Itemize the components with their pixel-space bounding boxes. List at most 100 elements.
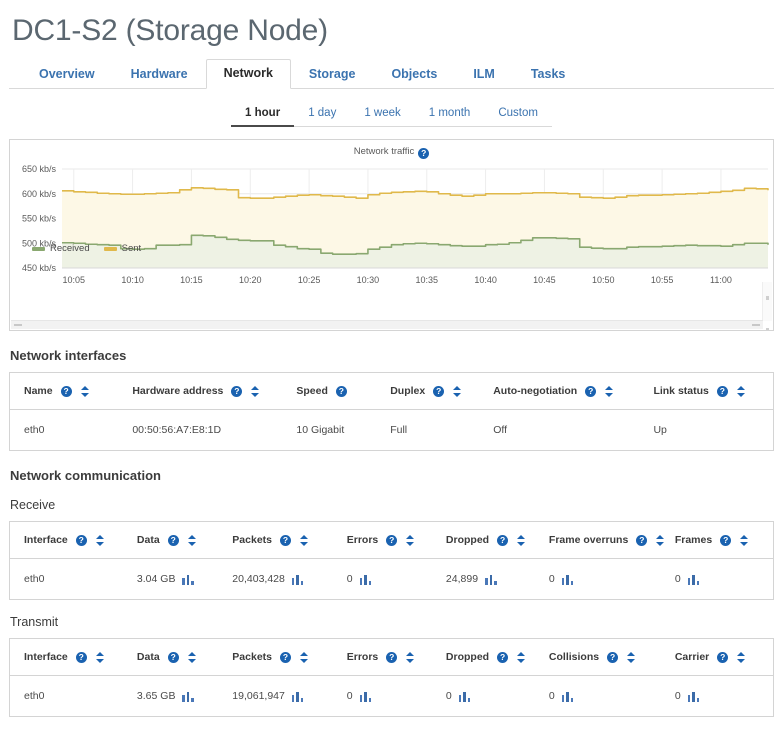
sort-icon[interactable] [188, 535, 197, 546]
column-header-interface[interactable]: Interface? [10, 639, 123, 676]
sort-icon[interactable] [406, 652, 415, 663]
column-header-data[interactable]: Data? [123, 639, 218, 676]
bar-chart-icon[interactable] [360, 574, 372, 585]
help-icon[interactable]: ? [497, 652, 508, 663]
sort-icon[interactable] [605, 386, 614, 397]
table-cell-errors: 0 [333, 676, 432, 717]
tab-network[interactable]: Network [206, 59, 291, 89]
column-header-inner: Name? [24, 385, 90, 397]
bar-chart-icon[interactable] [562, 574, 574, 585]
column-header-auto-negotiation[interactable]: Auto-negotiation? [479, 373, 639, 410]
help-icon[interactable]: ? [717, 386, 728, 397]
time-range-1-month[interactable]: 1 month [415, 104, 485, 127]
chart-horizontal-scrollbar[interactable] [11, 320, 763, 329]
help-icon[interactable]: ? [280, 535, 291, 546]
table-cell-link-status: Up [639, 410, 773, 451]
help-icon[interactable]: ? [418, 148, 429, 159]
sort-icon[interactable] [517, 535, 526, 546]
sort-icon[interactable] [300, 652, 309, 663]
tab-hardware[interactable]: Hardware [113, 60, 206, 89]
help-icon[interactable]: ? [386, 652, 397, 663]
sort-icon[interactable] [300, 535, 309, 546]
help-icon[interactable]: ? [61, 386, 72, 397]
sort-icon[interactable] [737, 386, 746, 397]
cell-value: 0 [347, 573, 353, 585]
column-header-hardware-address[interactable]: Hardware address? [118, 373, 282, 410]
bar-chart-icon[interactable] [292, 574, 304, 585]
help-icon[interactable]: ? [76, 535, 87, 546]
help-icon[interactable]: ? [386, 535, 397, 546]
column-header-packets[interactable]: Packets? [218, 639, 332, 676]
bar-chart-icon[interactable] [360, 691, 372, 702]
sort-icon[interactable] [81, 386, 90, 397]
sort-icon[interactable] [96, 652, 105, 663]
tab-objects[interactable]: Objects [373, 60, 455, 89]
help-icon[interactable]: ? [720, 535, 731, 546]
sort-icon[interactable] [251, 386, 260, 397]
sort-icon[interactable] [188, 652, 197, 663]
help-icon[interactable]: ? [636, 535, 647, 546]
help-icon[interactable]: ? [497, 535, 508, 546]
chart-legend: Received Sent [32, 243, 141, 254]
column-header-inner: Carrier? [675, 651, 746, 663]
column-header-link-status[interactable]: Link status? [639, 373, 773, 410]
bar-chart-icon[interactable] [688, 574, 700, 585]
sort-icon[interactable] [406, 535, 415, 546]
bar-chart-icon[interactable] [688, 691, 700, 702]
help-icon[interactable]: ? [231, 386, 242, 397]
tab-overview[interactable]: Overview [21, 60, 113, 89]
column-header-carrier[interactable]: Carrier? [661, 639, 773, 676]
sort-icon[interactable] [656, 535, 665, 546]
time-range-custom[interactable]: Custom [484, 104, 552, 127]
legend-label: Received [50, 243, 90, 254]
bar-chart-icon[interactable] [459, 691, 471, 702]
column-header-name[interactable]: Name? [10, 373, 118, 410]
column-header-data[interactable]: Data? [123, 522, 218, 559]
bar-chart-icon[interactable] [562, 691, 574, 702]
legend-swatch-icon [104, 247, 117, 251]
sort-icon[interactable] [627, 652, 636, 663]
sort-icon[interactable] [737, 652, 746, 663]
column-header-frame-overruns[interactable]: Frame overruns? [535, 522, 661, 559]
column-header-label: Packets [232, 651, 272, 663]
sort-icon[interactable] [740, 535, 749, 546]
sort-icon[interactable] [517, 652, 526, 663]
column-header-packets[interactable]: Packets? [218, 522, 332, 559]
help-icon[interactable]: ? [433, 386, 444, 397]
column-header-errors[interactable]: Errors? [333, 639, 432, 676]
tab-ilm[interactable]: ILM [455, 60, 513, 89]
column-header-speed[interactable]: Speed? [282, 373, 376, 410]
help-icon[interactable]: ? [168, 535, 179, 546]
sort-icon[interactable] [453, 386, 462, 397]
column-header-interface[interactable]: Interface? [10, 522, 123, 559]
legend-item-sent[interactable]: Sent [104, 243, 142, 254]
time-range-1-day[interactable]: 1 day [294, 104, 350, 127]
tab-storage[interactable]: Storage [291, 60, 374, 89]
time-range-1-week[interactable]: 1 week [350, 104, 414, 127]
column-header-dropped[interactable]: Dropped? [432, 639, 535, 676]
help-icon[interactable]: ? [607, 652, 618, 663]
column-header-inner: Link status? [653, 385, 745, 397]
bar-chart-icon[interactable] [485, 574, 497, 585]
help-icon[interactable]: ? [76, 652, 87, 663]
svg-text:10:50: 10:50 [592, 275, 615, 285]
column-header-errors[interactable]: Errors? [333, 522, 432, 559]
column-header-duplex[interactable]: Duplex? [376, 373, 479, 410]
column-header-dropped[interactable]: Dropped? [432, 522, 535, 559]
help-icon[interactable]: ? [168, 652, 179, 663]
receive-table-wrap: Interface?Data?Packets?Errors?Dropped?Fr… [9, 521, 774, 600]
bar-chart-icon[interactable] [292, 691, 304, 702]
legend-item-received[interactable]: Received [32, 243, 90, 254]
bar-chart-icon[interactable] [182, 691, 194, 702]
help-icon[interactable]: ? [717, 652, 728, 663]
tab-tasks[interactable]: Tasks [513, 60, 584, 89]
column-header-frames[interactable]: Frames? [661, 522, 773, 559]
help-icon[interactable]: ? [336, 386, 347, 397]
column-header-collisions[interactable]: Collisions? [535, 639, 661, 676]
help-icon[interactable]: ? [585, 386, 596, 397]
sort-icon[interactable] [96, 535, 105, 546]
help-icon[interactable]: ? [280, 652, 291, 663]
time-range-1-hour[interactable]: 1 hour [231, 104, 294, 127]
chart-vertical-scrollbar[interactable] [762, 282, 772, 321]
bar-chart-icon[interactable] [182, 574, 194, 585]
